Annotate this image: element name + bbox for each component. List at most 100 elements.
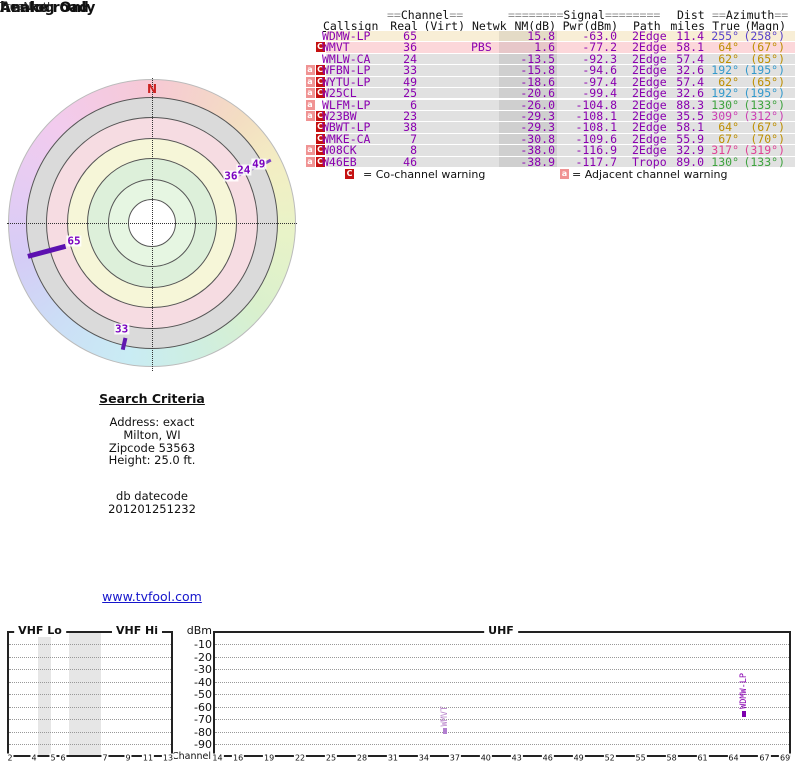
uhf-channel-tick-64: 64 bbox=[727, 753, 740, 763]
gridline--70dbm bbox=[9, 719, 171, 721]
uhf-channel-tick-52: 52 bbox=[603, 753, 616, 763]
adjacent-channel-badge: a bbox=[560, 169, 569, 179]
cell-az_magn: (195°) bbox=[743, 86, 785, 101]
gridline--20dbm bbox=[9, 656, 171, 658]
dbm-tick--10: -10 bbox=[194, 638, 212, 652]
adjacent-channel-warning-icon: a bbox=[305, 110, 315, 121]
vhf-channel-tick-6: 6 bbox=[59, 753, 67, 763]
cell-miles: 32.6 bbox=[676, 86, 704, 101]
uhf-channel-tick-43: 43 bbox=[510, 753, 523, 763]
chart-bar-wmvt bbox=[442, 728, 447, 735]
vhf-channel-tick-7: 7 bbox=[101, 753, 109, 763]
gridline--80dbm bbox=[9, 731, 171, 733]
dbm-tick--90: -90 bbox=[194, 738, 212, 752]
cell-nm: -38.9 bbox=[520, 154, 555, 169]
co-channel-legend-text: = Co-channel warning bbox=[363, 168, 486, 181]
uhf-chart-box bbox=[213, 631, 791, 757]
uhf-channel-tick-14: 14 bbox=[211, 753, 224, 763]
gridline--30dbm bbox=[9, 669, 171, 671]
cell-miles: 89.0 bbox=[676, 154, 704, 169]
adjacent-channel-warning-icon: a bbox=[305, 65, 315, 76]
search-city-line: Milton, WI bbox=[123, 427, 181, 442]
gridline--70dbm bbox=[215, 719, 789, 721]
adjacent-channel-warning-icon: a bbox=[305, 99, 315, 110]
north-indicator: N bbox=[146, 82, 158, 96]
dbm-tick--60: -60 bbox=[194, 700, 212, 714]
adjacent-channel-warning-icon: a bbox=[305, 156, 315, 167]
vhf-channel-tick-13: 13 bbox=[161, 753, 175, 763]
cell-real: 46 bbox=[403, 154, 417, 169]
cell-az_magn: (133°) bbox=[743, 154, 785, 169]
vhf-channel-tick-4: 4 bbox=[30, 753, 38, 763]
uhf-channel-tick-19: 19 bbox=[263, 753, 276, 763]
uhf-channel-tick-55: 55 bbox=[634, 753, 647, 763]
radar-channel-label-49: 49 bbox=[251, 157, 267, 171]
uhf-channel-tick-49: 49 bbox=[572, 753, 585, 763]
table-row-w46eb: a C W46EB 46 -38.9 -117.7 Tropo 89.0 130° (133°) bbox=[305, 154, 797, 169]
radar-channel-label-33: 33 bbox=[114, 322, 130, 336]
search-criteria-title: Search Criteria bbox=[99, 391, 205, 406]
vhf-channel-tick-5: 5 bbox=[49, 753, 57, 763]
uhf-channel-tick-58: 58 bbox=[665, 753, 678, 763]
dbm-tick--40: -40 bbox=[194, 675, 212, 689]
cell-nm: -20.6 bbox=[520, 86, 555, 101]
cell-pwr: -99.4 bbox=[582, 86, 617, 101]
adjacent-channel-warning-icon: a bbox=[305, 145, 315, 156]
signal-table: ==Channel== ========Signal======== Dist ==A… bbox=[305, 6, 797, 186]
vhf-channel-tick-11: 11 bbox=[141, 753, 155, 763]
vhf-channel-tick-2: 2 bbox=[6, 753, 14, 763]
uhf-channel-tick-31: 31 bbox=[386, 753, 400, 763]
uhf-channel-tick-28: 28 bbox=[355, 753, 369, 763]
gridline--10dbm bbox=[215, 644, 789, 646]
co-channel-badge: C bbox=[345, 169, 354, 179]
gridline--40dbm bbox=[9, 681, 171, 683]
gridline--30dbm bbox=[215, 669, 789, 671]
tvfool-link[interactable]: www.tvfool.com bbox=[0, 589, 304, 604]
uhf-channel-tick-40: 40 bbox=[479, 753, 492, 763]
dbm-tick--30: -30 bbox=[194, 663, 212, 677]
gridline--90dbm bbox=[215, 744, 789, 746]
gridline--50dbm bbox=[9, 694, 171, 696]
adjacent-channel-legend-text: = Adjacent channel warning bbox=[572, 168, 728, 181]
gridline--80dbm bbox=[215, 731, 789, 733]
dbm-tick--20: -20 bbox=[194, 650, 212, 664]
radar-channel-label-36: 36 bbox=[223, 169, 239, 183]
gridline--60dbm bbox=[9, 706, 171, 708]
dbm-tick--50: -50 bbox=[194, 688, 212, 702]
uhf-channel-tick-37: 37 bbox=[448, 753, 461, 763]
chart-bar-wdmw-lp bbox=[741, 710, 746, 717]
uhf-label: UHF bbox=[484, 624, 518, 637]
vhf-channel-tick-9: 9 bbox=[124, 753, 132, 763]
vhf-lo-label: VHF Lo bbox=[14, 624, 66, 637]
uhf-channel-tick-22: 22 bbox=[293, 753, 307, 763]
db-datecode-value: 201201251232 bbox=[108, 501, 196, 516]
adjacent-channel-warning-icon: a bbox=[305, 88, 315, 99]
search-height-line: Height: 25.0 ft. bbox=[108, 453, 196, 468]
gridline--60dbm bbox=[215, 706, 789, 708]
uhf-channel-tick-61: 61 bbox=[696, 753, 709, 763]
uhf-channel-tick-67: 67 bbox=[758, 753, 771, 763]
uhf-channel-tick-46: 46 bbox=[541, 753, 554, 763]
gridline--20dbm bbox=[215, 656, 789, 658]
dbm-tick--70: -70 bbox=[194, 713, 212, 727]
search-criteria-block: Search Criteria Address: exact Milton, W… bbox=[32, 391, 272, 516]
dbm-axis-label: dBm bbox=[186, 624, 212, 637]
table-row-w25cl: a C W25CL 25 -20.6 -99.4 2Edge 32.6 192° (195°) bbox=[305, 86, 797, 101]
gridline--90dbm bbox=[9, 744, 171, 746]
true-north-label: TrueNorth bbox=[0, 0, 55, 13]
uhf-channel-tick-69: 69 bbox=[779, 753, 792, 763]
uhf-channel-tick-25: 25 bbox=[324, 753, 338, 763]
adjacent-channel-warning-icon: a bbox=[305, 76, 315, 87]
radar-channel-label-65: 65 bbox=[66, 234, 82, 248]
chart-bar-label-wmvt: WMVT bbox=[439, 705, 450, 727]
gridline--40dbm bbox=[215, 681, 789, 683]
uhf-channel-tick-16: 16 bbox=[232, 753, 245, 763]
chart-bar-label-wdmw-lp: WDMW-LP bbox=[738, 672, 749, 709]
tvfool-report-page: henke road Analog Only TrueNorth N 49 24 3… bbox=[0, 0, 800, 768]
uhf-channel-tick-34: 34 bbox=[417, 753, 430, 763]
vhf-hi-label: VHF Hi bbox=[111, 624, 163, 637]
search-address-line: Address: exact bbox=[109, 415, 195, 429]
gridline--50dbm bbox=[215, 694, 789, 696]
cell-real: 25 bbox=[403, 86, 417, 101]
vhf-chart-box bbox=[7, 631, 173, 757]
